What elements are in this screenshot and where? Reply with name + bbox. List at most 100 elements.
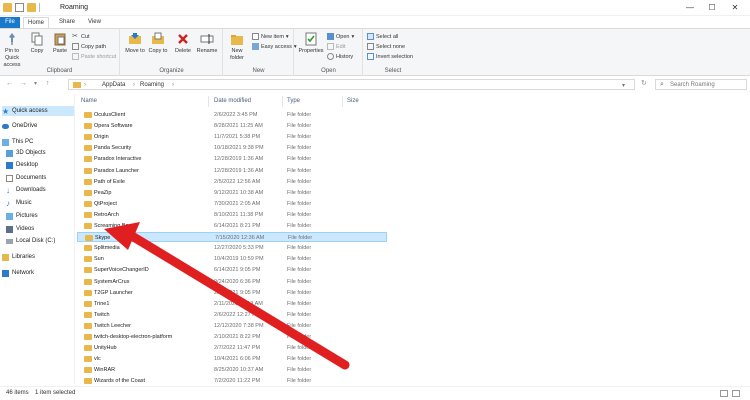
- history-button[interactable]: History: [327, 53, 353, 60]
- chevron-down-icon[interactable]: ▾: [622, 82, 625, 89]
- new-folder-button[interactable]: New folder: [226, 32, 248, 62]
- cut-button[interactable]: ✂ Cut: [72, 33, 90, 40]
- copy-path-button[interactable]: Copy path: [72, 43, 106, 50]
- table-row[interactable]: Path of Exile 2/5/2022 12:56 AM File folde…: [77, 177, 387, 187]
- new-folder-icon[interactable]: [27, 3, 36, 12]
- copy-to-icon: [151, 32, 165, 46]
- table-row[interactable]: vlc 10/4/2021 6:06 PM File folder: [77, 354, 387, 364]
- sidebar-item-this-pc[interactable]: This PC: [2, 137, 74, 147]
- column-header-name[interactable]: Name: [81, 98, 97, 104]
- table-row[interactable]: Twitch Leecher 12/12/2020 7:38 PM File fol…: [77, 321, 387, 331]
- refresh-icon[interactable]: ↻: [641, 79, 647, 87]
- tab-share[interactable]: Share: [55, 17, 79, 28]
- table-row[interactable]: Paradox Interactive 12/28/2019 1:36 AM Fil…: [77, 154, 387, 164]
- table-row[interactable]: Skype 7/15/2020 12:36 AM File folder: [77, 232, 387, 243]
- file-date: 12/28/2019 1:36 AM: [214, 167, 264, 174]
- table-row[interactable]: Panda Security 10/18/2021 9:38 PM File fol…: [77, 143, 387, 153]
- sidebar-item-onedrive[interactable]: OneDrive: [2, 121, 74, 131]
- sidebar-item-documents[interactable]: Documents: [6, 173, 78, 183]
- column-divider[interactable]: [208, 96, 209, 107]
- open-button[interactable]: Open ▾: [327, 33, 354, 40]
- copy-button[interactable]: Copy: [27, 32, 47, 55]
- close-button[interactable]: ✕: [729, 2, 741, 14]
- sidebar-item-network[interactable]: Network: [2, 268, 74, 278]
- table-row[interactable]: SuperVoiceChangerID 6/14/2021 9:05 PM File…: [77, 265, 387, 275]
- sidebar-item-libraries[interactable]: Libraries: [2, 252, 74, 262]
- file-type: File folder: [287, 378, 312, 385]
- select-none-button[interactable]: Select none: [367, 43, 405, 50]
- sidebar-item-videos[interactable]: Videos: [6, 224, 78, 234]
- table-row[interactable]: Splitmedia 12/27/2020 5:33 PM File folder: [77, 243, 387, 253]
- search-input[interactable]: ⌕ Search Roaming: [655, 79, 747, 90]
- large-icons-view-icon[interactable]: [732, 390, 740, 397]
- file-type: File folder: [287, 278, 312, 285]
- folder-icon: [84, 334, 92, 340]
- tab-home[interactable]: Home: [23, 17, 50, 28]
- properties-button[interactable]: Properties: [297, 32, 325, 55]
- sidebar-item-music[interactable]: ♪ Music: [6, 198, 78, 208]
- table-row[interactable]: WinRAR 8/25/2020 10:37 AM File folder: [77, 365, 387, 375]
- back-arrow-icon[interactable]: ←: [6, 80, 13, 87]
- rename-button[interactable]: Rename: [196, 32, 218, 55]
- rename-label: Rename: [196, 48, 218, 54]
- column-header-size[interactable]: Size: [347, 98, 359, 104]
- minimize-button[interactable]: —: [684, 2, 696, 14]
- table-row[interactable]: Trine1 2/11/2020 10:13 AM File folder: [77, 299, 387, 309]
- details-view-icon[interactable]: [720, 390, 728, 397]
- folder-icon: [84, 134, 92, 141]
- edit-button[interactable]: Edit: [327, 43, 345, 50]
- table-row[interactable]: Wizards of the Coast 7/2/2020 11:22 PM Fil…: [77, 376, 387, 386]
- history-label: History: [336, 53, 354, 60]
- table-row[interactable]: OculusClient 2/6/2022 3:45 PM File folder: [77, 110, 387, 120]
- table-row[interactable]: T2GP Launcher 2/13/2021 9:05 PM File folde…: [77, 288, 387, 298]
- move-to-button[interactable]: Move to: [125, 32, 145, 55]
- forward-arrow-icon[interactable]: →: [20, 80, 27, 87]
- table-row[interactable]: PeaZip 9/12/2021 10:38 AM File folder: [77, 188, 387, 198]
- file-date: 2/10/2021 8:22 PM: [214, 334, 261, 340]
- column-divider[interactable]: [342, 96, 343, 107]
- tab-file[interactable]: File: [0, 17, 20, 28]
- table-row[interactable]: Paradox Launcher 12/28/2019 1:36 AM File f…: [77, 166, 387, 176]
- recent-locations-icon[interactable]: ▾: [34, 80, 37, 87]
- delete-button[interactable]: Delete: [173, 32, 193, 55]
- up-arrow-icon[interactable]: ↑: [46, 80, 50, 87]
- column-divider[interactable]: [282, 96, 283, 107]
- sidebar-item-downloads[interactable]: ↓ Downloads: [6, 185, 78, 195]
- properties-icon[interactable]: [15, 3, 24, 12]
- new-item-button[interactable]: New item ▾: [252, 33, 289, 40]
- table-row[interactable]: QtProject 7/30/2021 2:05 AM File folder: [77, 199, 387, 209]
- address-input[interactable]: › AppData › Roaming › ▾: [68, 79, 635, 90]
- select-all-button[interactable]: Select all: [367, 33, 398, 40]
- sidebar-item-desktop[interactable]: Desktop: [6, 160, 78, 170]
- paste-button[interactable]: Paste: [50, 32, 70, 55]
- tab-view[interactable]: View: [84, 17, 105, 28]
- table-row[interactable]: twitch-desktop-electron-platform 2/10/202…: [77, 332, 387, 342]
- pin-quick-access-button[interactable]: Pin to Quick access: [0, 32, 24, 69]
- breadcrumb-roaming[interactable]: Roaming: [140, 82, 164, 88]
- file-type: File folder: [287, 256, 312, 263]
- table-row[interactable]: RetroArch 8/10/2021 11:38 PM File folder: [77, 210, 387, 220]
- table-row[interactable]: Sun 10/4/2019 10:59 PM File folder: [77, 254, 387, 264]
- sidebar-item-pictures[interactable]: Pictures: [6, 211, 78, 221]
- sidebar-item-label: Quick access: [12, 108, 48, 114]
- customize-toolbar-icon[interactable]: [39, 3, 44, 12]
- sidebar-item-quick-access[interactable]: ★ Quick access: [2, 106, 74, 116]
- maximize-button[interactable]: ☐: [706, 2, 718, 14]
- breadcrumb-appdata[interactable]: AppData: [102, 82, 125, 88]
- sidebar-item-local-disk[interactable]: Local Disk (C:): [6, 236, 78, 246]
- invert-selection-button[interactable]: Invert selection: [367, 53, 413, 60]
- table-row[interactable]: Screaming Bee 6/14/2021 8:21 PM File folde…: [77, 221, 387, 231]
- paste-shortcut-button[interactable]: Paste shortcut: [72, 53, 116, 60]
- sidebar-item-3d-objects[interactable]: 3D Objects: [6, 148, 78, 158]
- table-row[interactable]: SystemArCrux 9/24/2020 6:36 PM File folder: [77, 277, 387, 287]
- column-header-date[interactable]: Date modified: [214, 98, 251, 104]
- clipboard-group-label: Clipboard: [46, 68, 73, 74]
- table-row[interactable]: Opera Software 8/28/2021 11:25 AM File fol…: [77, 121, 387, 131]
- file-date: 7/15/2020 12:36 AM: [215, 235, 265, 242]
- copy-to-button[interactable]: Copy to: [148, 32, 168, 55]
- easy-access-button[interactable]: Easy access ▾: [252, 43, 297, 50]
- table-row[interactable]: Twitch 2/6/2022 12:27 PM File folder: [77, 310, 387, 320]
- table-row[interactable]: Origin 11/7/2021 5:38 PM File folder: [77, 132, 387, 142]
- column-header-type[interactable]: Type: [287, 98, 300, 104]
- table-row[interactable]: UnityHub 2/7/2022 11:47 PM File folder: [77, 343, 387, 353]
